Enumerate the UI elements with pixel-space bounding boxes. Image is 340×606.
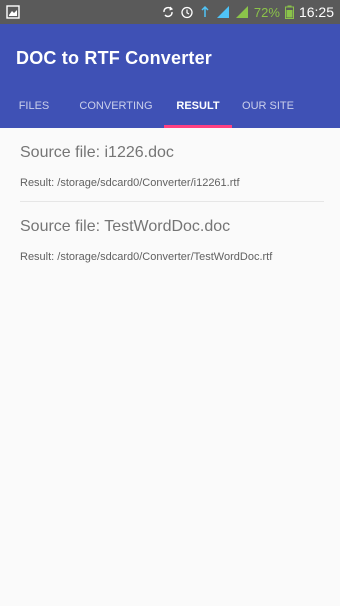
source-file-label: Source file: i1226.doc (20, 144, 174, 161)
battery-icon (284, 5, 294, 19)
battery-percent: 72% (253, 4, 280, 20)
tab-label: RESULT (176, 99, 220, 112)
sync-icon (161, 5, 175, 19)
source-file-label: Source file: TestWordDoc.doc (20, 218, 231, 235)
gallery-icon (6, 5, 20, 19)
signal-icon-2 (235, 5, 249, 19)
tab-label: FILES (18, 99, 50, 112)
list-item[interactable]: Source file: i1226.doc Result: /storage/… (20, 128, 324, 202)
tab-bar: FILES CONVERTING RESULT OUR SITE (0, 83, 340, 128)
tab-label: CONVERTING (79, 99, 153, 112)
tab-label: OUR SITE (242, 99, 294, 112)
wifi-icon (199, 5, 211, 19)
result-path: Result: /storage/sdcard0/Converter/i1226… (20, 177, 240, 189)
signal-icon (216, 5, 230, 19)
tab-our-site[interactable]: OUR SITE (232, 83, 304, 128)
clock: 16:25 (298, 4, 334, 20)
alarm-icon (180, 5, 194, 19)
tab-files[interactable]: FILES (0, 83, 68, 128)
tab-converting[interactable]: CONVERTING (68, 83, 164, 128)
list-item[interactable]: Source file: TestWordDoc.doc Result: /st… (20, 202, 324, 275)
tab-result[interactable]: RESULT (164, 83, 232, 128)
status-bar: 72% 16:25 (0, 0, 340, 24)
result-list: Source file: i1226.doc Result: /storage/… (0, 128, 340, 275)
result-path: Result: /storage/sdcard0/Converter/TestW… (20, 251, 273, 263)
app-bar: DOC to RTF Converter FILES CONVERTING RE… (0, 24, 340, 128)
app-title: DOC to RTF Converter (16, 48, 213, 68)
